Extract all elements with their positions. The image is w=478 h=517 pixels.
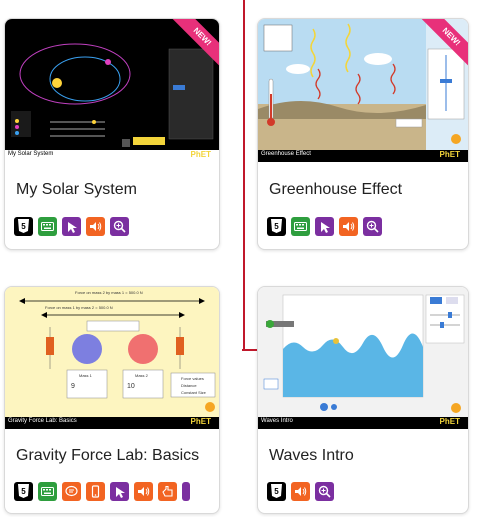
- option-force-values[interactable]: Force values: [181, 376, 204, 381]
- option-constant-size[interactable]: Constant Size: [181, 390, 206, 395]
- zoom-icon: [315, 482, 334, 501]
- svg-text:5: 5: [274, 222, 279, 231]
- html5-icon: 5: [14, 217, 33, 236]
- feature-icons: 5: [267, 217, 382, 236]
- zoom-icon: [363, 217, 382, 236]
- speech-icon: [62, 482, 81, 501]
- phet-logo: PhET: [190, 150, 211, 159]
- sim-title[interactable]: Greenhouse Effect: [269, 181, 402, 199]
- phet-logo: PhET: [439, 417, 460, 426]
- feature-icons: 5: [267, 482, 334, 501]
- phet-logo: PhET: [190, 417, 211, 426]
- sim-title[interactable]: Gravity Force Lab: Basics: [16, 447, 199, 465]
- sound-icon: [291, 482, 310, 501]
- svg-text:5: 5: [21, 222, 26, 231]
- html5-icon: 5: [267, 217, 286, 236]
- sim-name-label: My Solar System: [8, 151, 54, 157]
- sim-name-label: Gravity Force Lab: Basics: [8, 418, 77, 424]
- zoom-icon: [110, 217, 129, 236]
- svg-text:5: 5: [21, 487, 26, 496]
- html5-icon: 5: [267, 482, 286, 501]
- extra-icon: [182, 482, 190, 501]
- svg-text:5: 5: [274, 487, 279, 496]
- sim-thumbnail[interactable]: NEW! Greenhouse Effect PhET: [258, 19, 468, 162]
- sim-thumbnail[interactable]: Waves Intro PhET: [258, 287, 468, 429]
- phet-navbar: Waves Intro PhET: [258, 417, 468, 429]
- sim-title[interactable]: My Solar System: [16, 181, 137, 199]
- sim-name-label: Greenhouse Effect: [261, 151, 311, 157]
- mouse-pointer-icon: [315, 217, 334, 236]
- html5-icon: 5: [14, 482, 33, 501]
- mass2-label: Mass 2: [135, 373, 148, 378]
- sim-card-my-solar-system[interactable]: NEW! My Solar System PhET My Solar Syste…: [4, 18, 220, 250]
- sound-icon: [86, 217, 105, 236]
- feature-icons: 5: [14, 482, 190, 501]
- keyboard-icon: [38, 217, 57, 236]
- force-label-top: Force on mass 2 by mass 1 = 500.0 N: [75, 290, 143, 295]
- hand-icon: [158, 482, 177, 501]
- mouse-pointer-icon: [110, 482, 129, 501]
- feature-icons: 5: [14, 217, 129, 236]
- mass2-value: 10: [127, 383, 135, 390]
- sim-card-gravity-force-lab-basics[interactable]: Force on mass 2 by mass 1 = 500.0 N Forc…: [4, 286, 220, 514]
- sound-icon: [134, 482, 153, 501]
- mass1-value: 9: [71, 383, 75, 390]
- force-label-bottom: Force on mass 1 by mass 2 = 500.0 N: [45, 305, 113, 310]
- sim-title[interactable]: Waves Intro: [269, 447, 354, 465]
- connector-line: [243, 0, 245, 350]
- sim-card-waves-intro[interactable]: Waves Intro PhET Waves Intro 5: [257, 286, 469, 514]
- sim-thumbnail[interactable]: Force on mass 2 by mass 1 = 500.0 N Forc…: [5, 287, 219, 429]
- sim-thumbnail[interactable]: NEW! My Solar System PhET: [5, 19, 219, 162]
- phet-navbar: My Solar System PhET: [5, 150, 219, 162]
- phet-logo: PhET: [439, 150, 460, 159]
- phet-navbar: Gravity Force Lab: Basics PhET: [5, 417, 219, 429]
- keyboard-icon: [291, 217, 310, 236]
- sound-icon: [339, 217, 358, 236]
- keyboard-icon: [38, 482, 57, 501]
- option-distance[interactable]: Distance: [181, 383, 197, 388]
- phet-navbar: Greenhouse Effect PhET: [258, 150, 468, 162]
- sim-name-label: Waves Intro: [261, 418, 293, 424]
- mobile-icon: [86, 482, 105, 501]
- mass1-label: Mass 1: [79, 373, 92, 378]
- mouse-pointer-icon: [62, 217, 81, 236]
- sim-card-greenhouse-effect[interactable]: NEW! Greenhouse Effect PhET Greenhouse E…: [257, 18, 469, 250]
